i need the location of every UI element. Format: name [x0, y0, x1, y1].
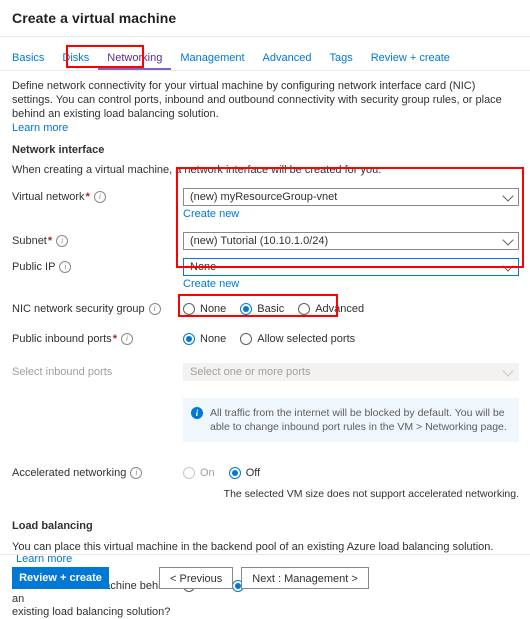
row-public-inbound-ports: Public inbound ports* i None Allow select… — [12, 330, 518, 350]
radio-dot — [183, 467, 195, 479]
nic-nsg-radio-group: None Basic Advanced — [183, 300, 518, 318]
subnet-label: Subnet* i — [12, 232, 183, 248]
radio-dot — [240, 333, 253, 345]
nic-nsg-label: NIC network security group i — [12, 300, 183, 316]
public-inbound-ports-option-label: Allow selected ports — [257, 333, 356, 345]
info-banner-spacer — [12, 398, 183, 401]
info-banner-text: All traffic from the internet will be bl… — [210, 407, 507, 433]
network-interface-heading: Network interface — [12, 144, 105, 156]
chevron-down-icon — [502, 234, 514, 246]
tab-management[interactable]: Management — [171, 52, 253, 70]
virtual-network-value: (new) myResourceGroup-vnet — [190, 191, 338, 203]
info-icon[interactable]: i — [120, 333, 133, 345]
nic-nsg-option-label: Basic — [257, 303, 285, 315]
network-interface-form: Virtual network* i (new) myResourceGroup-… — [0, 188, 530, 500]
chevron-down-icon — [502, 260, 514, 272]
load-balancing-note-text: You can place this virtual machine in th… — [12, 541, 494, 553]
tab-bar: Basics Disks Networking Management Advan… — [0, 37, 530, 71]
select-inbound-ports-dropdown: Select one or more ports — [183, 363, 519, 381]
public-inbound-ports-radio-none[interactable]: None — [183, 333, 226, 345]
virtual-network-create-new-link[interactable]: Create new — [183, 208, 239, 220]
required-asterisk: * — [47, 235, 53, 247]
virtual-network-dropdown[interactable]: (new) myResourceGroup-vnet — [183, 188, 519, 206]
intro-learn-more-link[interactable]: Learn more — [12, 122, 68, 134]
select-inbound-ports-placeholder: Select one or more ports — [190, 366, 311, 378]
nic-nsg-radio-advanced[interactable]: Advanced — [298, 303, 364, 315]
next-management-button[interactable]: Next : Management > — [241, 567, 369, 589]
public-ip-dropdown[interactable]: None — [183, 258, 519, 276]
chevron-down-icon — [502, 190, 514, 202]
info-icon[interactable]: i — [93, 191, 106, 203]
info-icon[interactable]: i — [56, 235, 69, 247]
row-subnet: Subnet* i (new) Tutorial (10.10.1.0/24) — [12, 232, 519, 252]
public-inbound-ports-radio-allow-selected[interactable]: Allow selected ports — [240, 333, 355, 345]
public-ip-create-new-link[interactable]: Create new — [183, 278, 239, 290]
required-asterisk: * — [85, 191, 90, 203]
tab-advanced[interactable]: Advanced — [254, 52, 321, 70]
nic-nsg-radio-basic[interactable]: Basic — [240, 303, 284, 315]
public-inbound-ports-option-label: None — [200, 333, 227, 345]
radio-dot — [240, 303, 253, 315]
public-ip-label: Public IP i — [12, 258, 183, 274]
nic-nsg-radio-none[interactable]: None — [183, 303, 226, 315]
public-ip-label-text: Public IP — [12, 261, 56, 273]
accelerated-networking-radio-group: On Off — [183, 464, 518, 482]
info-icon: i — [191, 407, 203, 419]
nic-nsg-option-label: None — [200, 303, 227, 315]
footer-bar: Review + create < Previous Next : Manage… — [0, 554, 530, 604]
radio-dot — [183, 333, 195, 345]
select-inbound-ports-label: Select inbound ports — [12, 363, 183, 379]
radio-dot — [228, 467, 241, 479]
row-public-ip: Public IP i None Create new — [12, 258, 519, 290]
subnet-label-text: Subnet — [12, 235, 47, 247]
nic-nsg-option-label: Advanced — [315, 303, 365, 315]
select-inbound-ports-label-text: Select inbound ports — [12, 366, 113, 378]
virtual-network-label-text: Virtual network — [12, 191, 85, 203]
info-icon[interactable]: i — [148, 303, 161, 315]
row-virtual-network: Virtual network* i (new) myResourceGroup-… — [12, 188, 519, 220]
subnet-dropdown[interactable]: (new) Tutorial (10.10.1.0/24) — [183, 232, 519, 250]
row-nic-nsg: NIC network security group i None Basic A… — [12, 300, 518, 320]
public-inbound-ports-label: Public inbound ports* i — [12, 330, 183, 346]
accelerated-networking-label-text: Accelerated networking — [12, 467, 127, 479]
accelerated-networking-option-label: Off — [245, 467, 261, 479]
tab-basics[interactable]: Basics — [12, 52, 53, 70]
required-asterisk: * — [112, 333, 117, 345]
accelerated-networking-radio-on: On — [183, 467, 215, 479]
accelerated-networking-radio-off[interactable]: Off — [228, 467, 261, 479]
inbound-ports-info-banner: i All traffic from the internet will be … — [183, 398, 519, 442]
row-accelerated-networking: Accelerated networking i On Off The selec… — [12, 464, 519, 500]
info-icon[interactable]: i — [59, 261, 72, 273]
row-info-banner: i All traffic from the internet will be … — [12, 398, 519, 442]
review-create-button[interactable]: Review + create — [12, 567, 109, 589]
radio-dot — [298, 303, 311, 315]
tab-review-create[interactable]: Review + create — [362, 52, 459, 70]
row-select-inbound-ports: Select inbound ports Select one or more … — [12, 363, 519, 383]
network-interface-note: When creating a virtual machine, a netwo… — [12, 164, 382, 176]
accelerated-networking-label: Accelerated networking i — [12, 464, 183, 480]
place-behind-lb-label-line2: existing load balancing solution? — [12, 606, 171, 618]
accelerated-networking-hint: The selected VM size does not support ac… — [223, 488, 519, 500]
chevron-down-icon — [502, 365, 514, 377]
subnet-value: (new) Tutorial (10.10.1.0/24) — [190, 235, 329, 247]
info-icon[interactable]: i — [130, 467, 143, 479]
public-inbound-ports-label-text: Public inbound ports — [12, 333, 112, 345]
page-title: Create a virtual machine — [12, 10, 177, 26]
public-inbound-ports-radio-group: None Allow selected ports — [183, 330, 518, 348]
nic-nsg-label-text: NIC network security group — [12, 303, 145, 315]
intro-description: Define network connectivity for your vir… — [12, 80, 502, 120]
tab-networking[interactable]: Networking — [98, 52, 172, 70]
public-ip-value: None — [190, 261, 217, 273]
radio-dot — [183, 303, 195, 315]
virtual-network-label: Virtual network* i — [12, 188, 183, 204]
page-header: Create a virtual machine — [0, 0, 530, 26]
previous-button[interactable]: < Previous — [159, 567, 234, 589]
load-balancing-heading: Load balancing — [12, 520, 93, 532]
tab-tags[interactable]: Tags — [320, 52, 361, 70]
accelerated-networking-option-label: On — [200, 467, 215, 479]
tab-disks[interactable]: Disks — [53, 52, 98, 70]
